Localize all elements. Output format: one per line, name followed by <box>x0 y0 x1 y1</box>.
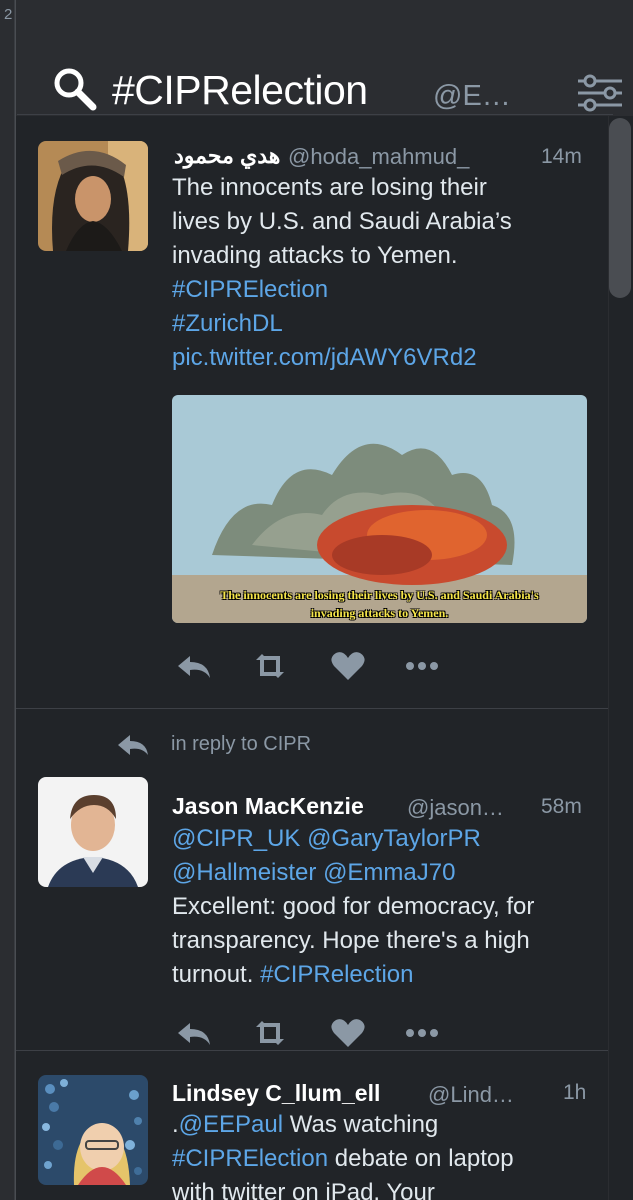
column-gutter: 2 <box>0 0 15 1200</box>
avatar[interactable] <box>38 1075 148 1185</box>
tweet-text: with twitter on iPad. Your <box>172 1179 435 1200</box>
mention-link[interactable]: @Hallmeister <box>172 859 316 886</box>
tweet-actions <box>172 648 472 688</box>
timestamp[interactable]: 14m <box>541 145 582 169</box>
handle[interactable]: @Lind… <box>428 1082 514 1108</box>
tweet-text: Was watching <box>289 1111 439 1138</box>
display-name[interactable]: Jason MacKenzie <box>172 793 364 820</box>
reply-context-icon <box>118 735 148 755</box>
filter-settings-icon[interactable] <box>574 73 626 113</box>
hashtag-link[interactable]: #CIPRelection <box>260 961 413 988</box>
reply-icon[interactable] <box>172 1015 216 1051</box>
handle[interactable]: @hoda_mahmud_ <box>288 144 469 170</box>
more-icon[interactable] <box>400 1015 444 1051</box>
tweet-text: Excellent: good for democracy, for <box>172 893 535 920</box>
column-title[interactable]: #CIPRelection <box>112 67 368 114</box>
more-icon[interactable] <box>400 648 444 684</box>
divider <box>16 708 608 709</box>
avatar[interactable] <box>38 777 148 887</box>
column-header: #CIPRelection @E… <box>17 30 622 115</box>
heart-icon[interactable] <box>326 648 370 684</box>
hashtag-link[interactable]: #CIPRElection <box>172 1145 328 1172</box>
timestamp[interactable]: 58m <box>541 795 582 819</box>
tweet-text-line: #CIPRElection debate on laptop <box>172 1145 514 1173</box>
tweet-text-line: turnout. #CIPRelection <box>172 961 413 989</box>
mention-link[interactable]: @EmmaJ70 <box>323 859 455 886</box>
timestamp[interactable]: 1h <box>563 1081 586 1105</box>
tweet-feed[interactable]: هدي محمود @hoda_mahmud_ 14m The innocent… <box>16 116 608 1200</box>
reply-context[interactable]: in reply to CIPR <box>171 733 311 756</box>
tweet-actions <box>172 1015 472 1055</box>
hashtag-link[interactable]: #ZurichDL <box>172 310 283 338</box>
handle[interactable]: @jason… <box>407 795 504 821</box>
tweet-text: turnout. <box>172 961 254 988</box>
media-caption: invading attacks to Yemen. <box>310 606 449 620</box>
mention-link[interactable]: @CIPR_UK <box>172 825 300 852</box>
retweet-icon[interactable] <box>248 648 292 684</box>
hashtag-link[interactable]: #CIPRElection <box>172 276 328 304</box>
tweet-text: The innocents are losing their <box>172 174 487 201</box>
reply-icon[interactable] <box>172 648 216 684</box>
scrollbar-thumb[interactable] <box>609 118 631 298</box>
tweet-text: transparency. Hope there's a high <box>172 927 530 954</box>
column-number: 2 <box>4 6 13 23</box>
tweet-text: debate on laptop <box>334 1145 514 1172</box>
display-name[interactable]: هدي محمود <box>174 143 280 169</box>
media-image[interactable]: The innocents are losing their lives by … <box>172 395 587 623</box>
column-subtitle: @E… <box>433 80 511 112</box>
tweet-text: invading attacks to Yemen. <box>172 242 458 269</box>
mention-line: @CIPR_UK @GaryTaylorPR <box>172 825 481 853</box>
media-caption: The innocents are losing their lives by … <box>220 588 539 602</box>
mention-link[interactable]: @EEPaul <box>179 1111 283 1138</box>
mention-link[interactable]: @GaryTaylorPR <box>307 825 481 852</box>
media-link[interactable]: pic.twitter.com/jdAWY6VRd2 <box>172 344 477 372</box>
heart-icon[interactable] <box>326 1015 370 1051</box>
retweet-icon[interactable] <box>248 1015 292 1051</box>
display-name[interactable]: Lindsey C_llum_ell <box>172 1080 380 1107</box>
divider <box>16 1050 608 1051</box>
search-icon[interactable] <box>51 66 99 112</box>
mention-line: @Hallmeister @EmmaJ70 <box>172 859 455 887</box>
tweet-text-line: .@EEPaul Was watching <box>172 1111 438 1139</box>
tweet-text: lives by U.S. and Saudi Arabia’s <box>172 208 512 235</box>
tweet-text: . <box>172 1111 179 1138</box>
scrollbar[interactable] <box>609 116 633 1200</box>
avatar[interactable] <box>38 141 148 251</box>
